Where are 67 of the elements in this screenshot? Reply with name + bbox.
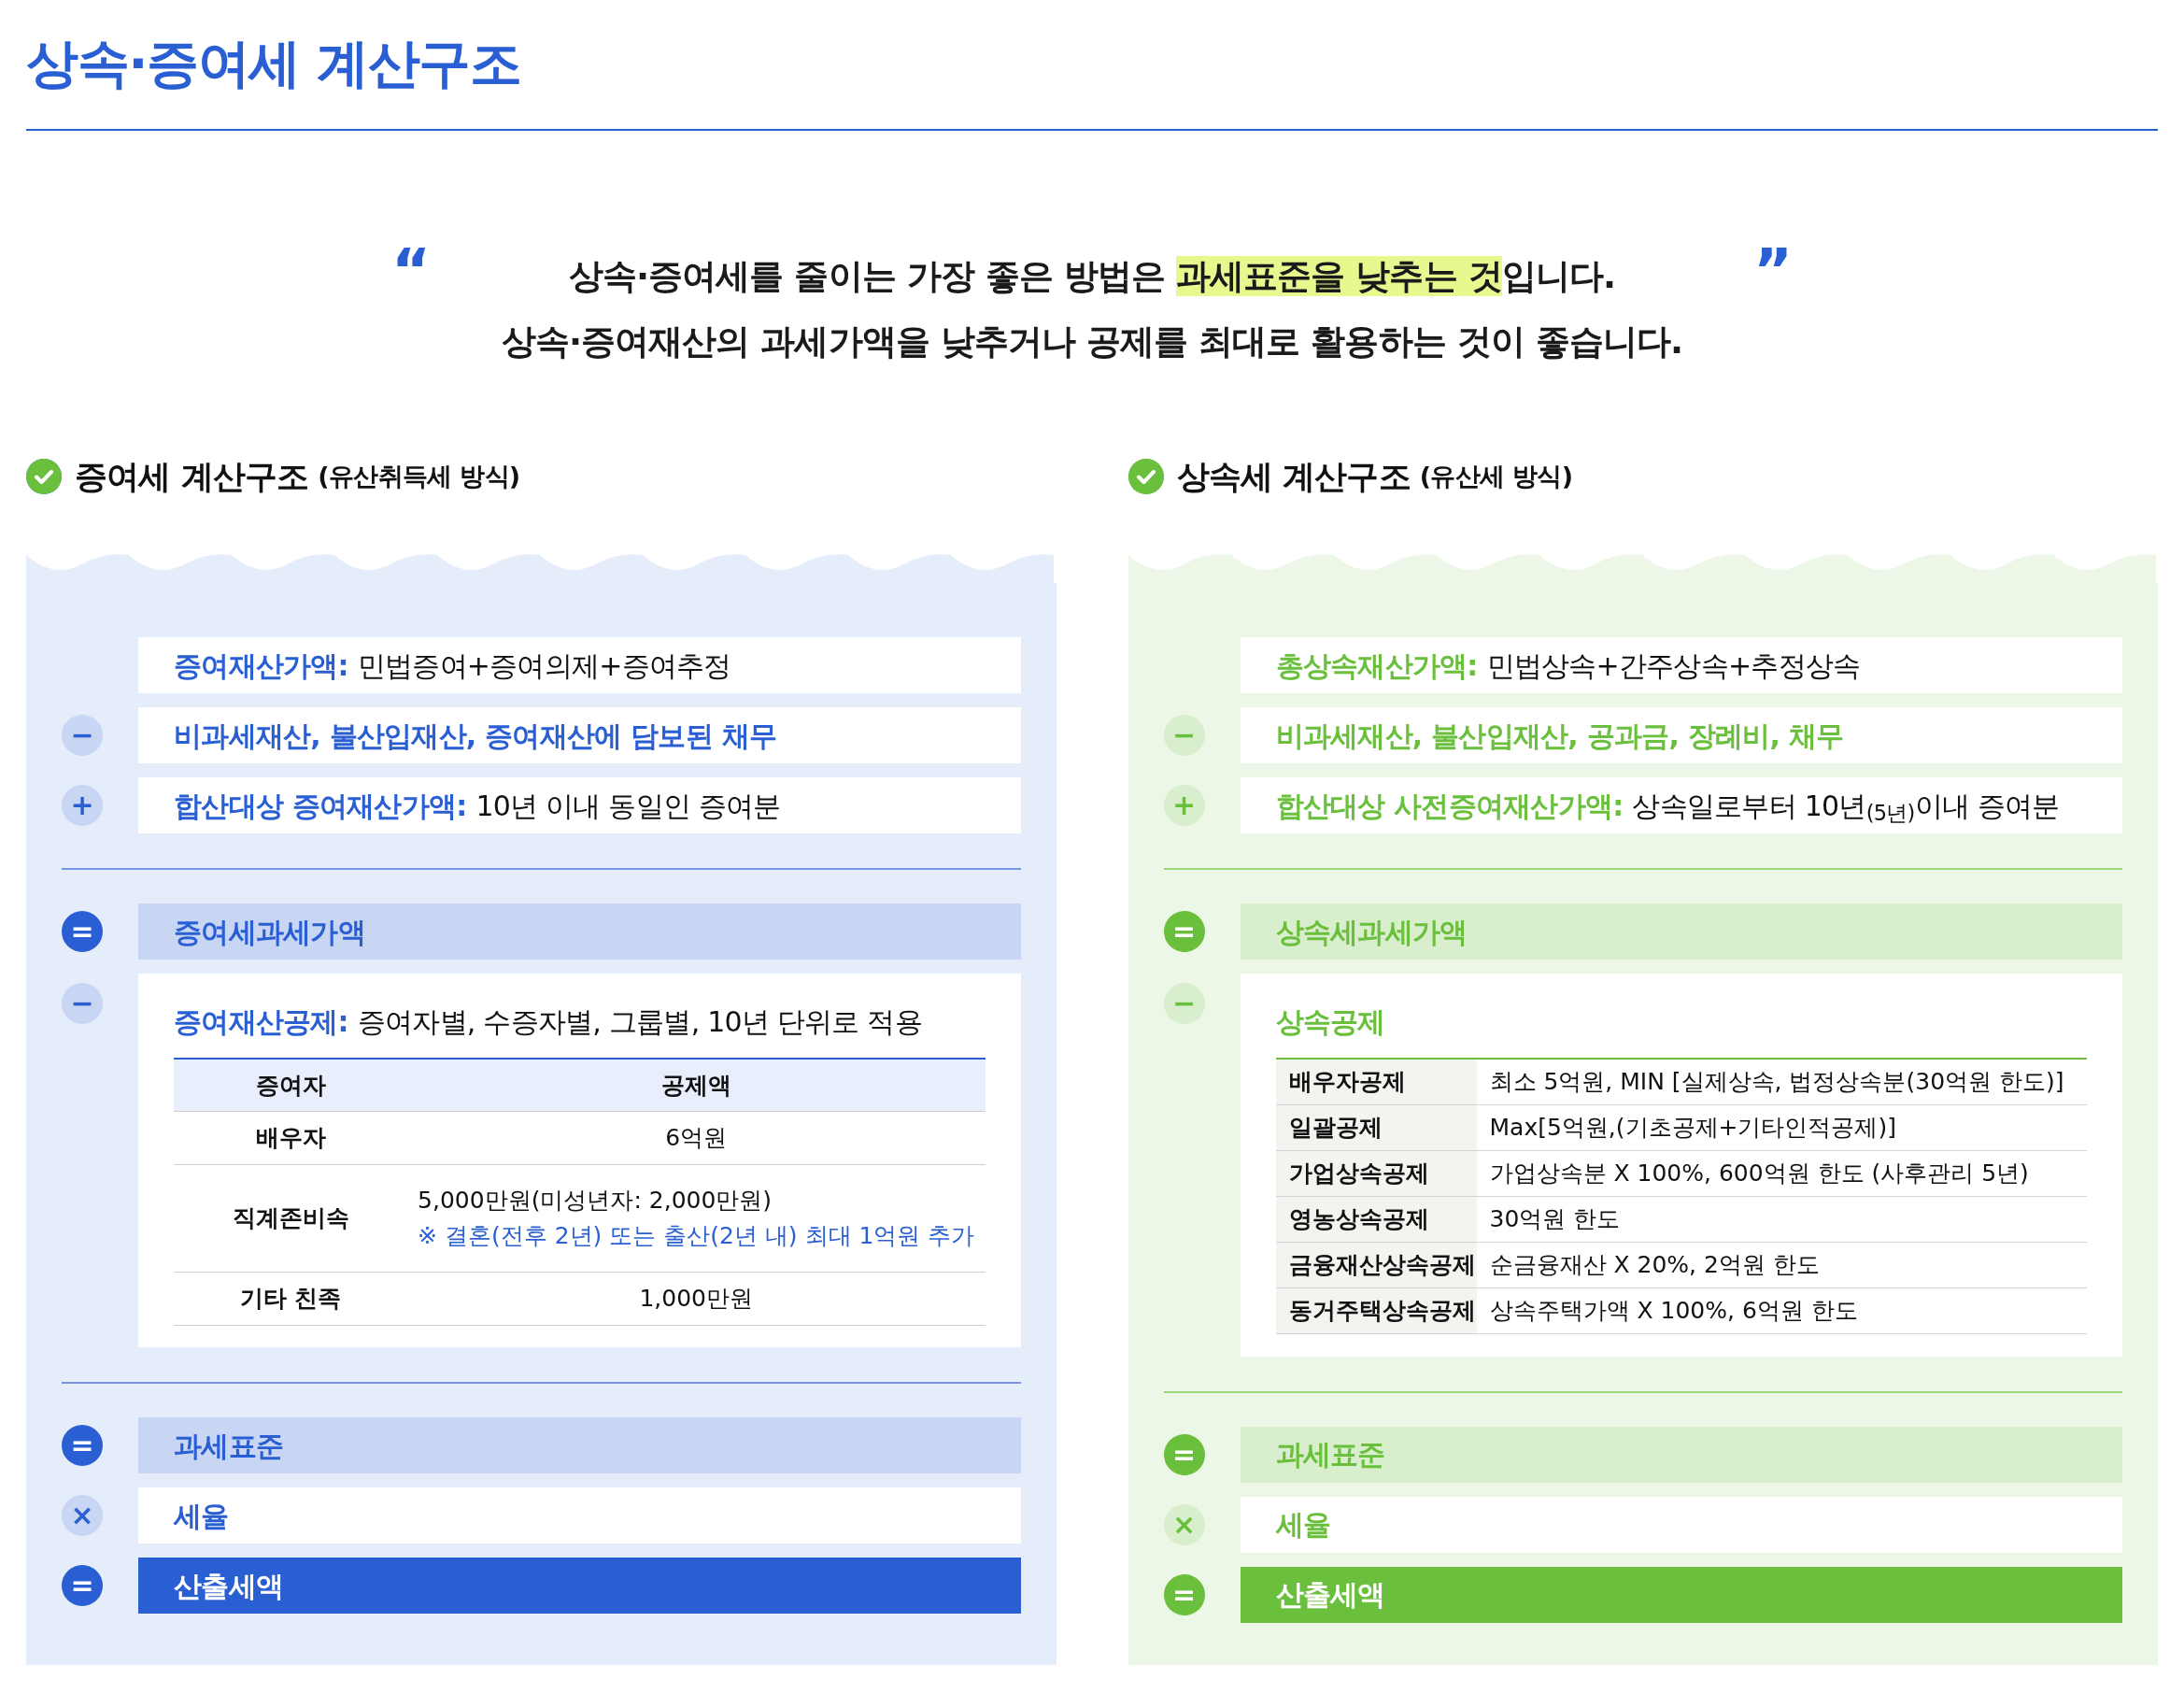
operator-sign: − [62, 983, 103, 1024]
operator-sign: × [1163, 1503, 1205, 1545]
operator-sign: = [1163, 1433, 1205, 1475]
row-label: 상속세과세가액 [1275, 914, 1468, 950]
operator-sign: + [62, 785, 103, 826]
row-label: 산출세액 [174, 1568, 283, 1604]
row-label: 증여재산가액: [174, 647, 348, 684]
table-cell: 영농상속공제 [1275, 1196, 1477, 1242]
table-cell: 배우자 [174, 1111, 407, 1164]
page-title: 상속·증여세 계산구조 [26, 32, 521, 95]
table-cell: 가업상속공제 [1275, 1150, 1477, 1196]
row-label: 과세표준 [1275, 1437, 1385, 1472]
row-label: 과세표준 [174, 1428, 283, 1464]
row-value: 10년 이내 동일인 증여분 [475, 788, 781, 824]
check-icon [26, 459, 62, 494]
operator-sign: = [62, 911, 103, 952]
row-label: 산출세액 [1275, 1577, 1385, 1613]
table-cell: 직계존비속 [174, 1164, 407, 1272]
operator-sign: − [1163, 715, 1205, 756]
row-label: 세율 [1275, 1507, 1330, 1543]
operator-sign: − [62, 715, 103, 756]
section-subheading: (유산세 방식) [1419, 460, 1573, 492]
row-label: 상속공제 [1275, 1003, 1385, 1040]
section-heading: 증여세 계산구조 [75, 456, 309, 497]
table-cell: 배우자공제 [1275, 1059, 1477, 1104]
operator-sign: = [62, 1425, 103, 1466]
table-cell: 가업상속분 X 100%, 600억원 한도 (사후관리 5년) [1476, 1150, 2087, 1196]
column-header: 증여자 [174, 1059, 407, 1111]
table-cell: 상속주택가액 X 100%, 6억원 한도 [1476, 1288, 2087, 1333]
row-value: 상속일로부터 10년$_{(5년)}$이내 증여분 [1632, 788, 2060, 827]
operator-sign: − [1163, 983, 1205, 1024]
operator-sign: + [1163, 785, 1205, 826]
column-header: 공제액 [407, 1059, 986, 1111]
quote-text: 상속·증여세를 줄이는 가장 좋은 방법은 과세표준을 낮추는 것입니다. [568, 255, 1616, 298]
table-cell-text: 1,000만원 [639, 1283, 754, 1314]
table-cell-text: 5,000만원(미성년자: 2,000만원) [418, 1186, 773, 1216]
row-value: 민법증여+증여의제+증여추정 [357, 647, 731, 684]
table-cell: 일괄공제 [1275, 1104, 1477, 1150]
table-note: ※ 결혼(전후 2년) 또는 출산(2년 내) 최대 1억원 추가 [418, 1220, 975, 1251]
row-value: 증여자별, 수증자별, 그룹별, 10년 단위로 적용 [357, 1003, 922, 1040]
row-label: 증여재산공제: [174, 1003, 348, 1040]
section-heading: 상속세 계산구조 [1176, 456, 1411, 497]
row-value: 민법상속+간주상속+추정상속 [1486, 647, 1861, 684]
row-label: 세율 [174, 1498, 229, 1534]
table-cell: 동거주택상속공제 [1275, 1288, 1477, 1333]
operator-sign: = [1163, 911, 1205, 952]
row-label: 비과세재산, 불산입재산, 공과금, 장례비, 채무 [1275, 718, 1844, 754]
quote-text: 상속·증여재산의 과세가액을 낮추거나 공제를 최대로 활용하는 것이 좋습니다. [501, 320, 1683, 363]
quote-mark: ” [1752, 241, 1793, 301]
operator-sign: = [62, 1565, 103, 1606]
row-label: 합산대상 사전증여재산가액: [1275, 788, 1624, 824]
operator-sign: = [1163, 1573, 1205, 1615]
table-cell: 최소 5억원, MIN [실제상속, 법정상속분(30억원 한도)] [1476, 1059, 2087, 1104]
check-icon [1127, 459, 1164, 494]
table-cell: 기타 친족 [174, 1272, 407, 1325]
row-label: 증여세과세가액 [174, 914, 365, 950]
section-subheading: (유산취득세 방식) [318, 460, 520, 492]
row-label: 비과세재산, 불산입재산, 증여재산에 담보된 채무 [174, 718, 777, 754]
quote-mark: “ [391, 241, 432, 301]
table-cell: 30억원 한도 [1476, 1196, 2087, 1242]
row-label: 총상속재산가액: [1275, 647, 1478, 684]
table-cell: Max[5억원,(기초공제+기타인적공제)] [1476, 1104, 2087, 1150]
row-label: 합산대상 증여재산가액: [174, 788, 467, 824]
table-cell: 금융재산상속공제 [1275, 1242, 1477, 1288]
table-cell-text: 6억원 [665, 1122, 728, 1153]
operator-sign: × [62, 1495, 103, 1536]
table-cell: 순금융재산 X 20%, 2억원 한도 [1476, 1242, 2087, 1288]
